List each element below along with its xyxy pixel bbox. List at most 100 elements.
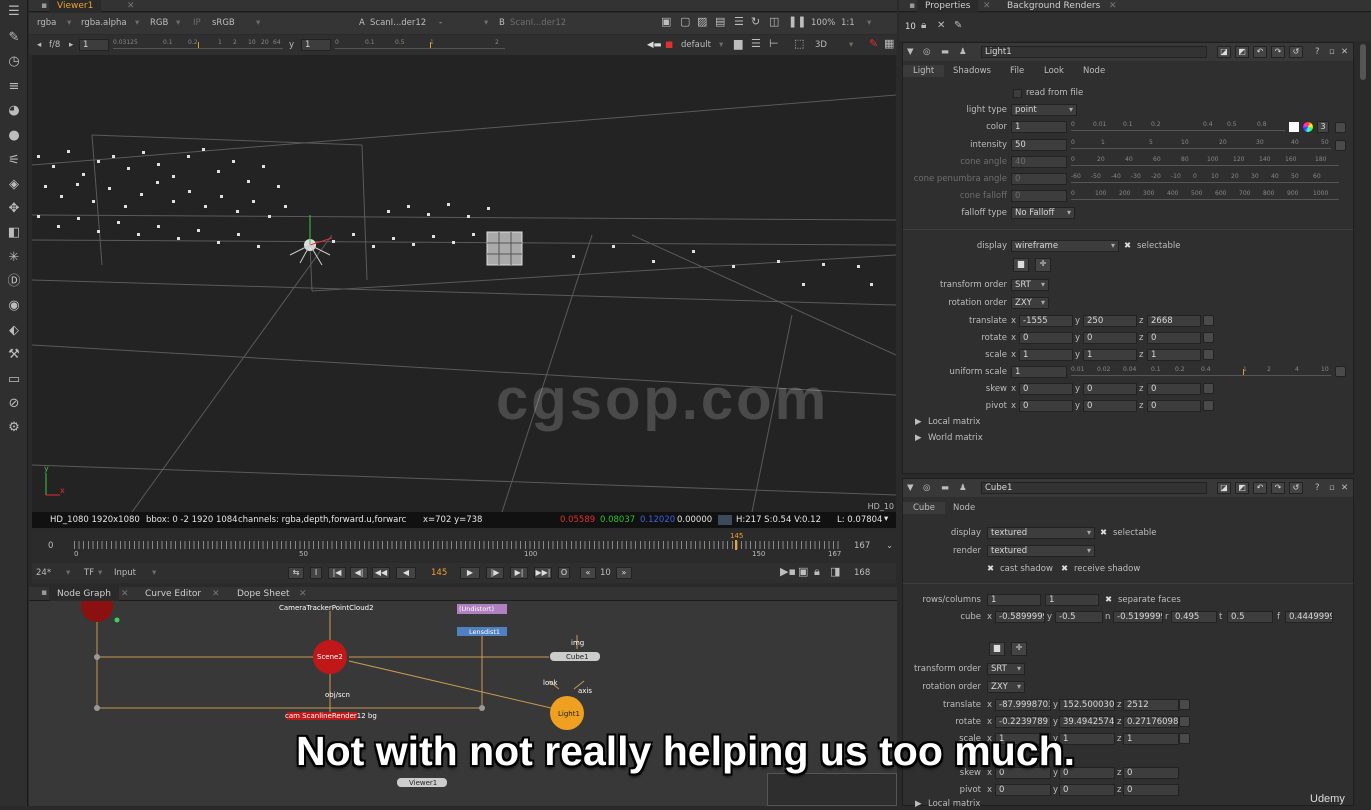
input-b-select[interactable]: ScanI...der12: [510, 17, 566, 29]
fstop-right-icon[interactable]: ▸: [69, 39, 73, 51]
gain-field[interactable]: 1: [79, 39, 109, 51]
end-frame-field[interactable]: 168: [854, 567, 870, 579]
tab-node[interactable]: Node: [1083, 65, 1105, 77]
float-panel-icon[interactable]: ▫: [1329, 46, 1335, 58]
alpha-select[interactable]: rgba.alpha: [81, 17, 127, 29]
read-from-file-checkbox[interactable]: [1013, 89, 1022, 98]
selectable-checkbox[interactable]: ✖: [1100, 527, 1107, 539]
max-panels-field[interactable]: 10: [905, 21, 916, 33]
tf-select[interactable]: TF: [84, 567, 94, 579]
separate-faces-checkbox[interactable]: ✖: [1105, 594, 1112, 606]
reset-icon[interactable]: ↺: [1289, 482, 1303, 494]
expand-icon[interactable]: ▶: [915, 416, 922, 428]
record-icon[interactable]: ■: [665, 39, 673, 51]
node-undistort[interactable]: (Undistort): [459, 605, 494, 613]
gain-handle[interactable]: [198, 42, 199, 48]
camera-icon[interactable]: ▆: [734, 38, 742, 50]
receive-shadow-checkbox[interactable]: ✖: [1061, 563, 1068, 575]
pencil-icon[interactable]: ✎: [954, 20, 962, 32]
keyer-icon[interactable]: ⚟: [6, 153, 22, 169]
input-a2-select[interactable]: -: [439, 17, 442, 29]
particles-icon[interactable]: ✳: [6, 250, 22, 266]
skew-x-field[interactable]: 0: [1019, 383, 1073, 395]
tab-shadows[interactable]: Shadows: [953, 65, 991, 77]
close-icon[interactable]: ✕: [291, 587, 315, 599]
color-wheel-icon[interactable]: [1303, 122, 1313, 132]
close-icon[interactable]: ✕: [113, 587, 137, 599]
lock-icon[interactable]: 🔒︎: [921, 20, 926, 32]
axis-move-icon[interactable]: ✛: [1035, 258, 1051, 272]
play-back-icon[interactable]: ◀: [396, 567, 416, 579]
cone-falloff-field[interactable]: 0: [1011, 190, 1067, 202]
gain-slider[interactable]: 0.03125 0.1 0.2 1 2 10 20 64: [113, 39, 283, 49]
close-icon[interactable]: ✕: [119, 0, 143, 12]
cube-rotation-order-select[interactable]: ZXY: [987, 681, 1025, 693]
intensity-field[interactable]: 50: [1011, 139, 1067, 151]
timeline[interactable]: 0 0 50 100 150 167 145 167 ⌄: [32, 530, 896, 562]
zoom-select[interactable]: 100%: [811, 17, 835, 29]
furnace-icon[interactable]: ⊘: [6, 396, 22, 412]
clear-icon[interactable]: ✕: [937, 20, 945, 32]
color-swatch[interactable]: [1289, 122, 1299, 132]
cube-node-icon[interactable]: ♟: [959, 482, 967, 494]
filter-icon[interactable]: ●: [6, 128, 22, 144]
cube-f-field[interactable]: 0.4449999: [1285, 611, 1333, 623]
curve-icon[interactable]: [1203, 332, 1214, 343]
tab-node[interactable]: Node: [953, 502, 975, 514]
node-camtracker[interactable]: CameraTrackerPointCloud2: [279, 604, 374, 612]
cube-y-field[interactable]: -0.5: [1055, 611, 1103, 623]
redo-icon[interactable]: ↷: [1271, 482, 1285, 494]
ruler-icon[interactable]: ⊢: [769, 38, 779, 50]
chevron-down-icon[interactable]: ⌄: [886, 540, 893, 552]
light-node-icon[interactable]: ♟: [959, 46, 967, 58]
float-panel-icon[interactable]: ▫: [1329, 482, 1335, 494]
step-back-icon[interactable]: ◀◀: [372, 567, 390, 579]
tab-node-graph[interactable]: Node Graph: [49, 587, 119, 601]
cone-penumbra-slider[interactable]: -60 -50 -40 -30 -20 -10 0 10 20 30 40 50…: [1071, 173, 1339, 183]
cube-pivot-z-field[interactable]: 0: [1123, 784, 1179, 796]
axis-move-icon[interactable]: ✛: [1011, 642, 1027, 656]
rotate-z-field[interactable]: 0: [1147, 332, 1201, 344]
audio-icon[interactable]: ◨: [830, 566, 840, 578]
tab-cube[interactable]: Cube: [903, 502, 945, 514]
align-icon[interactable]: ☰: [751, 38, 761, 50]
light-type-select[interactable]: point: [1011, 104, 1077, 116]
animation-icon[interactable]: [1335, 140, 1346, 151]
roi-icon[interactable]: ▣: [661, 16, 671, 28]
light-name-field[interactable]: Light1: [981, 46, 1207, 58]
snap-icon[interactable]: ▆: [1013, 258, 1029, 272]
scrollbar-thumb[interactable]: [1360, 44, 1366, 80]
play-icon[interactable]: ▶: [460, 567, 480, 579]
help-icon[interactable]: ?: [1315, 46, 1320, 58]
transform-icon[interactable]: ✥: [6, 201, 22, 217]
cube-t-field[interactable]: 0.5: [1227, 611, 1273, 623]
color-slider[interactable]: 0 0.01 0.1 0.2 0.4 0.5 0.8: [1071, 121, 1285, 131]
color-icon[interactable]: ◕: [6, 103, 22, 119]
toolsets-icon[interactable]: ⚒: [6, 347, 22, 363]
pause-icon[interactable]: ❚❚: [788, 16, 806, 28]
tab-light[interactable]: Light: [903, 65, 945, 77]
cube-rotate-x-field[interactable]: -0.2239789: [995, 716, 1051, 728]
timeline-ruler[interactable]: [74, 541, 840, 549]
scale-x-field[interactable]: 1: [1019, 349, 1073, 361]
rows-field[interactable]: 1: [987, 594, 1041, 606]
wipe-icon[interactable]: ◫: [769, 16, 779, 28]
translate-x-field[interactable]: -1555: [1019, 315, 1073, 327]
step-forward-icon[interactable]: |▶: [486, 567, 504, 579]
curve-icon[interactable]: [1203, 349, 1214, 360]
mode-select[interactable]: 3D: [815, 39, 827, 51]
curve-icon[interactable]: [1203, 400, 1214, 411]
node-scanlinerender[interactable]: cam ScanlineRender12 bg: [285, 712, 377, 720]
clip-icon[interactable]: ▨: [697, 16, 707, 28]
pivot-z-field[interactable]: 0: [1147, 400, 1201, 412]
ratio-select[interactable]: 1:1: [841, 17, 855, 29]
cone-penumbra-field[interactable]: 0: [1011, 173, 1067, 185]
redo-icon[interactable]: ↷: [1271, 46, 1285, 58]
curve-icon[interactable]: [1203, 315, 1214, 326]
cube-rotate-y-field[interactable]: 39.4942574: [1059, 716, 1115, 728]
float-icon[interactable]: ◪: [1217, 46, 1231, 58]
deep-icon[interactable]: Ⓓ: [6, 274, 22, 290]
cube-rotate-z-field[interactable]: 0.27176098: [1123, 716, 1179, 728]
pivot-x-field[interactable]: 0: [1019, 400, 1073, 412]
select-rect-icon[interactable]: ⬚: [794, 38, 804, 50]
